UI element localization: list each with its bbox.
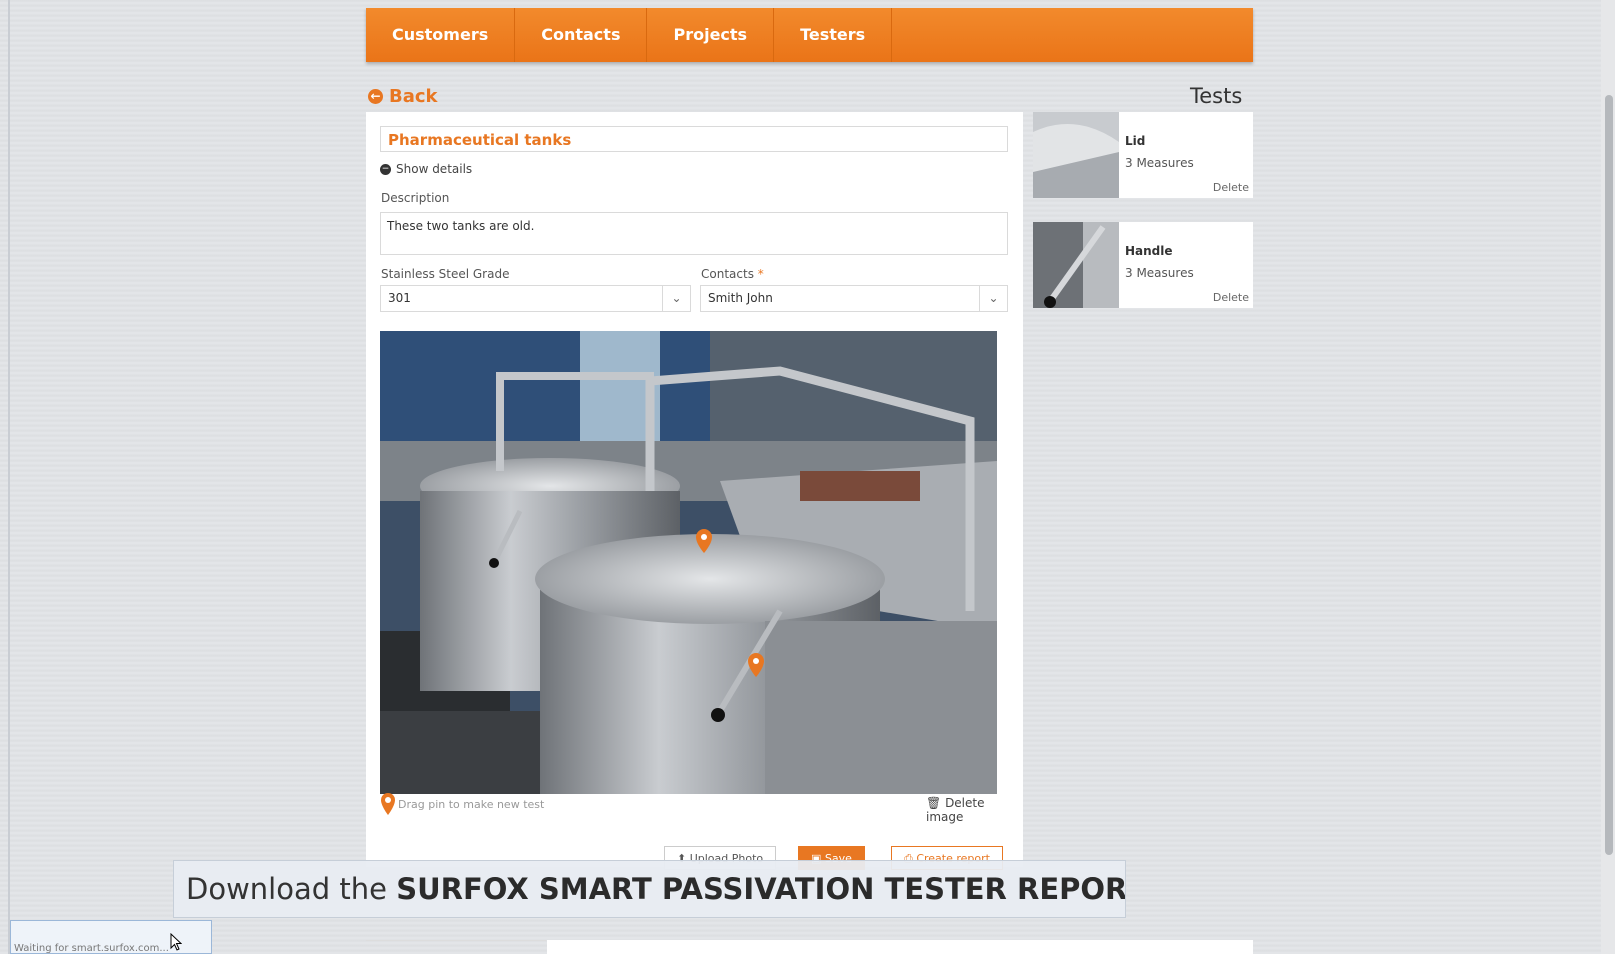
back-link[interactable]: ← Back [368,86,438,107]
status-text: Waiting for smart.surfox.com... [14,943,169,954]
description-textarea[interactable]: These two tanks are old. [380,212,1008,255]
chevron-down-icon: ⌄ [979,286,1007,311]
nav-projects[interactable]: Projects [647,8,775,62]
delete-image-button[interactable]: 🗑 Delete image [926,796,1023,824]
test-thumbnail [1033,112,1119,198]
minus-circle-icon: − [380,163,391,175]
back-label: Back [389,86,438,107]
contacts-select[interactable]: Smith John ⌄ [700,285,1008,312]
project-title-input[interactable]: Pharmaceutical tanks [380,126,1008,152]
contacts-select-value: Smith John [708,291,773,305]
download-banner: Download the SURFOX SMART PASSIVATION TE… [173,860,1126,918]
scrollbar-thumb[interactable] [1605,95,1613,855]
window-edge [8,0,10,954]
test-measures: 3 Measures [1125,266,1194,280]
test-measures: 3 Measures [1125,156,1194,170]
drag-pin-label: Drag pin to make new test [398,797,545,811]
scrollbar[interactable] [1601,0,1615,954]
grade-select[interactable]: 301 ⌄ [380,285,691,312]
main-nav: Customers Contacts Projects Testers [366,8,1253,62]
description-label: Description [381,191,450,205]
map-pin-icon[interactable] [380,792,396,816]
show-details-label: Show details [396,162,473,176]
banner-filename[interactable]: SURFOX SMART PASSIVATION TESTER REPORT.p… [396,872,1125,906]
contacts-label-wrap: Contacts * [701,267,764,281]
tank-photo-illustration [380,331,997,794]
back-arrow-icon: ← [368,89,383,104]
drag-pin-hint: Drag pin to make new test [380,792,544,816]
nav-contacts[interactable]: Contacts [515,8,648,62]
mouse-cursor-icon [170,933,182,951]
banner-prefix: Download the [186,872,397,906]
project-panel: Pharmaceutical tanks − Show details Desc… [366,112,1023,870]
grade-label: Stainless Steel Grade [381,267,510,281]
delete-test-link[interactable]: Delete [1213,181,1249,194]
divider [366,940,546,941]
show-details-toggle[interactable]: − Show details [380,162,472,176]
test-name: Handle [1125,244,1173,258]
contacts-label: Contacts [701,267,754,281]
nav-customers[interactable]: Customers [366,8,516,62]
delete-test-link[interactable]: Delete [1213,291,1249,304]
footer-strip [547,940,1253,954]
test-thumbnail [1033,222,1119,308]
tests-heading: Tests [1190,84,1243,108]
nav-testers[interactable]: Testers [774,8,893,62]
chevron-down-icon: ⌄ [662,286,690,311]
grade-select-value: 301 [388,291,411,305]
tank-photo[interactable] [380,331,997,794]
test-card[interactable]: Lid 3 Measures Delete [1033,112,1253,198]
trash-icon: 🗑 [926,796,942,810]
test-name: Lid [1125,134,1146,148]
test-card[interactable]: Handle 3 Measures Delete [1033,222,1253,308]
required-asterisk: * [757,267,764,281]
